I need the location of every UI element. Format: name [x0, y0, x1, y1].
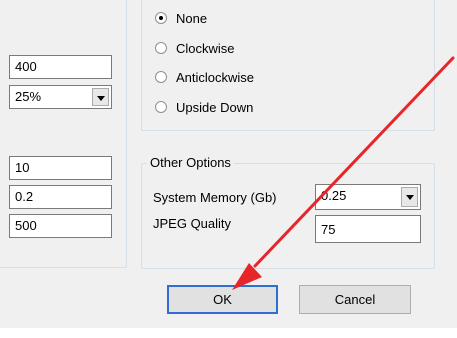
settings-dialog: 400 25% 10 0.2 500 None Clockwise Anticl…	[0, 0, 457, 338]
annotation-arrow-icon	[232, 56, 455, 290]
